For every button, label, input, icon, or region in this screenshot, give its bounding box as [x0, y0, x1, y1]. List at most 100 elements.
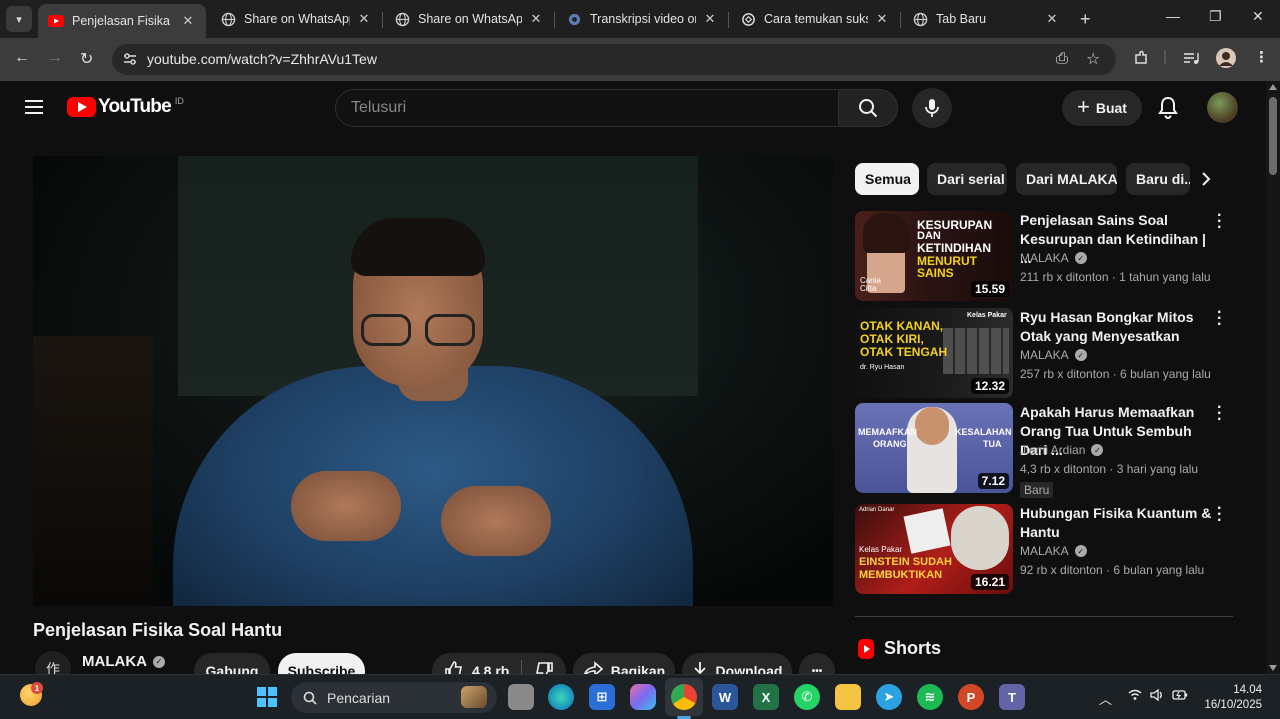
channel-avatar[interactable]: 作	[35, 651, 71, 674]
join-button[interactable]: Gabung	[194, 653, 270, 674]
search-icon	[859, 99, 878, 118]
tab-chatgpt[interactable]: Cara temukan sukses ✕	[730, 4, 900, 34]
tray-chevron-up-icon[interactable]: ︿	[1099, 689, 1112, 708]
edge-browser-icon[interactable]	[548, 684, 574, 710]
volume-icon[interactable]	[1150, 688, 1164, 704]
copilot-icon[interactable]	[630, 684, 656, 710]
scroll-down-arrow-icon[interactable]	[1269, 665, 1277, 671]
more-actions-button[interactable]: •••	[799, 653, 835, 674]
chip-semua[interactable]: Semua	[855, 163, 919, 195]
chip-dari-serial[interactable]: Dari serial	[927, 163, 1007, 195]
channel-name[interactable]: MALAKA ✓	[1020, 544, 1087, 558]
media-controls-icon[interactable]	[1183, 50, 1200, 70]
close-icon[interactable]: ✕	[1044, 11, 1060, 27]
address-bar[interactable]: youtube.com/watch?v=ZhhrAVu1Tew ⎙ ☆	[112, 44, 1116, 75]
menu-icon[interactable]	[25, 100, 43, 118]
new-tab-plus-icon[interactable]: +	[1080, 9, 1091, 30]
chip-dari-malaka[interactable]: Dari MALAKA	[1016, 163, 1117, 195]
system-clock[interactable]: 14.04 16/10/2025	[1204, 683, 1262, 713]
tab-separator	[554, 12, 555, 28]
gear-icon	[566, 11, 582, 27]
tab-whatsapp-2[interactable]: Share on WhatsApp ✕	[384, 4, 554, 34]
channel-name-text: MALAKA	[82, 653, 147, 670]
microsoft-store-icon[interactable]: ⊞	[589, 684, 615, 710]
excel-icon[interactable]: X	[753, 684, 779, 710]
channel-name[interactable]: MALAKA ✓	[1020, 348, 1087, 362]
minimize-icon[interactable]: —	[1166, 8, 1180, 24]
browser-menu-icon[interactable]: ⋮	[1254, 48, 1269, 66]
back-arrow-icon[interactable]: ←	[14, 49, 30, 67]
forward-arrow-icon[interactable]: →	[47, 49, 63, 67]
bookmark-star-icon[interactable]: ☆	[1086, 49, 1100, 69]
video-thumbnail[interactable]: Adrian Danar Kelas Pakar EINSTEIN SUDAH …	[855, 504, 1013, 594]
file-explorer-icon[interactable]	[835, 684, 861, 710]
teams-icon[interactable]: T	[999, 684, 1025, 710]
more-vert-icon[interactable]: · · ·	[1217, 400, 1222, 428]
recommendation-item[interactable]: Adrian Danar Kelas Pakar EINSTEIN SUDAH …	[855, 501, 1235, 594]
search-input[interactable]	[336, 90, 838, 126]
close-icon[interactable]: ✕	[528, 11, 544, 27]
dislike-thumb-icon[interactable]	[534, 660, 554, 674]
account-avatar[interactable]	[1207, 92, 1238, 123]
battery-icon[interactable]	[1172, 689, 1188, 704]
chip-baru-di[interactable]: Baru di...	[1126, 163, 1190, 195]
video-title[interactable]: Hubungan Fisika Kuantum & Hantu	[1020, 504, 1215, 542]
video-thumbnail[interactable]: KESURUPAN DAN KETINDIHAN MENURUT SAINS C…	[855, 211, 1013, 301]
close-icon[interactable]: ✕	[874, 11, 890, 27]
notifications-bell-icon[interactable]	[1157, 96, 1179, 125]
close-icon[interactable]: ✕	[702, 11, 718, 27]
more-vert-icon[interactable]: · · ·	[1217, 208, 1222, 236]
scroll-up-arrow-icon[interactable]	[1269, 84, 1277, 90]
wifi-icon[interactable]	[1128, 689, 1142, 704]
chrome-icon[interactable]	[671, 684, 697, 710]
channel-name[interactable]: MALAKA ✓	[82, 653, 165, 670]
whatsapp-icon[interactable]: ✆	[794, 684, 820, 710]
more-vert-icon[interactable]: · · ·	[1217, 305, 1222, 333]
taskbar-search[interactable]: Pencarian	[291, 682, 497, 713]
install-app-icon[interactable]: ⎙	[1056, 50, 1068, 67]
recommendation-item[interactable]: KESURUPAN DAN KETINDIHAN MENURUT SAINS C…	[855, 208, 1235, 301]
subscribe-button[interactable]: Subscribe	[278, 653, 365, 674]
scrollbar-thumb[interactable]	[1269, 97, 1277, 175]
site-info-icon[interactable]	[122, 51, 138, 67]
maximize-icon[interactable]: ❐	[1209, 8, 1222, 25]
video-thumbnail[interactable]: Kelas Pakar OTAK KANAN, OTAK KIRI, OTAK …	[855, 308, 1013, 398]
window-close-icon[interactable]: ✕	[1252, 8, 1264, 25]
video-player[interactable]	[33, 156, 833, 606]
chevron-right-icon[interactable]	[1200, 171, 1212, 192]
page-scrollbar[interactable]	[1266, 81, 1280, 674]
tab-youtube-video[interactable]: Penjelasan Fisika Soal ✕	[38, 4, 206, 38]
tab-new[interactable]: Tab Baru ✕	[902, 4, 1070, 34]
windows-start-icon[interactable]	[257, 687, 277, 707]
reload-icon[interactable]: ↻	[80, 49, 93, 69]
youtube-logo[interactable]: YouTube ID	[67, 96, 184, 118]
create-button[interactable]: + Buat	[1062, 90, 1142, 126]
tab-whatsapp-1[interactable]: Share on WhatsApp ✕	[210, 4, 382, 34]
video-title[interactable]: Ryu Hasan Bongkar Mitos Otak yang Menyes…	[1020, 308, 1215, 346]
channel-name[interactable]: MALAKA ✓	[1020, 251, 1087, 265]
profile-avatar[interactable]	[1216, 48, 1236, 72]
close-icon[interactable]: ✕	[356, 11, 372, 27]
word-icon[interactable]: W	[712, 684, 738, 710]
extensions-icon[interactable]	[1133, 50, 1149, 70]
like-count[interactable]: 4,8 rb	[472, 663, 509, 674]
close-icon[interactable]: ✕	[180, 13, 196, 29]
tab-transkripsi[interactable]: Transkripsi video onli ✕	[556, 4, 728, 34]
video-thumbnail[interactable]: MEMAAFKAN ORANG KESALAHAN TUA 7.12	[855, 403, 1013, 493]
shorts-header[interactable]: Shorts	[858, 638, 941, 659]
powerpoint-icon[interactable]: P	[958, 684, 984, 710]
tab-search-button[interactable]: ▾	[6, 6, 32, 32]
search-button[interactable]	[838, 89, 898, 127]
like-thumb-icon[interactable]	[444, 660, 464, 674]
spotify-icon[interactable]: ≋	[917, 684, 943, 710]
recommendation-item[interactable]: Kelas Pakar OTAK KANAN, OTAK KIRI, OTAK …	[855, 305, 1235, 398]
voice-search-button[interactable]	[912, 88, 952, 128]
telegram-icon[interactable]: ➤	[876, 684, 902, 710]
recommendation-item[interactable]: MEMAAFKAN ORANG KESALAHAN TUA 7.12 Apaka…	[855, 400, 1235, 498]
more-vert-icon[interactable]: · · ·	[1217, 501, 1222, 529]
search-highlight-image	[461, 686, 487, 708]
share-button[interactable]: Bagikan	[573, 653, 675, 674]
channel-name[interactable]: Jiemi Ardian ✓	[1020, 443, 1104, 457]
download-button[interactable]: Download	[682, 653, 792, 674]
task-view-icon[interactable]	[508, 684, 534, 710]
